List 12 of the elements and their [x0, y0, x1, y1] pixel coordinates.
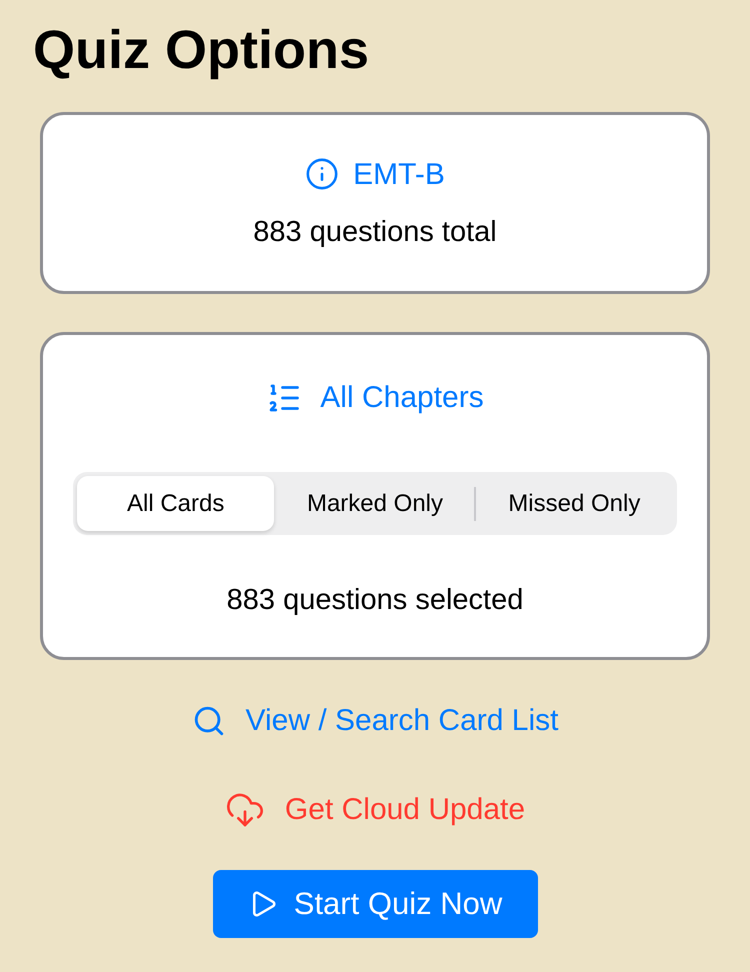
total-count: 883 questions total [253, 214, 497, 250]
info-icon [305, 157, 340, 192]
cloud-update-link[interactable]: Get Cloud Update [224, 787, 526, 832]
start-quiz-button[interactable]: Start Quiz Now [212, 870, 538, 938]
card-list-link[interactable]: View / Search Card List [192, 698, 558, 743]
segment-tab[interactable]: Marked Only [276, 476, 474, 531]
segment-tab[interactable]: Missed Only [476, 476, 673, 531]
chapters-button[interactable]: All Chapters [266, 375, 484, 420]
segment-tab[interactable]: All Cards [77, 476, 274, 531]
deck-button[interactable]: EMT-B [305, 152, 445, 197]
selected-count: 883 questions selected [226, 583, 524, 618]
page-title: Quiz Options [33, 19, 370, 82]
